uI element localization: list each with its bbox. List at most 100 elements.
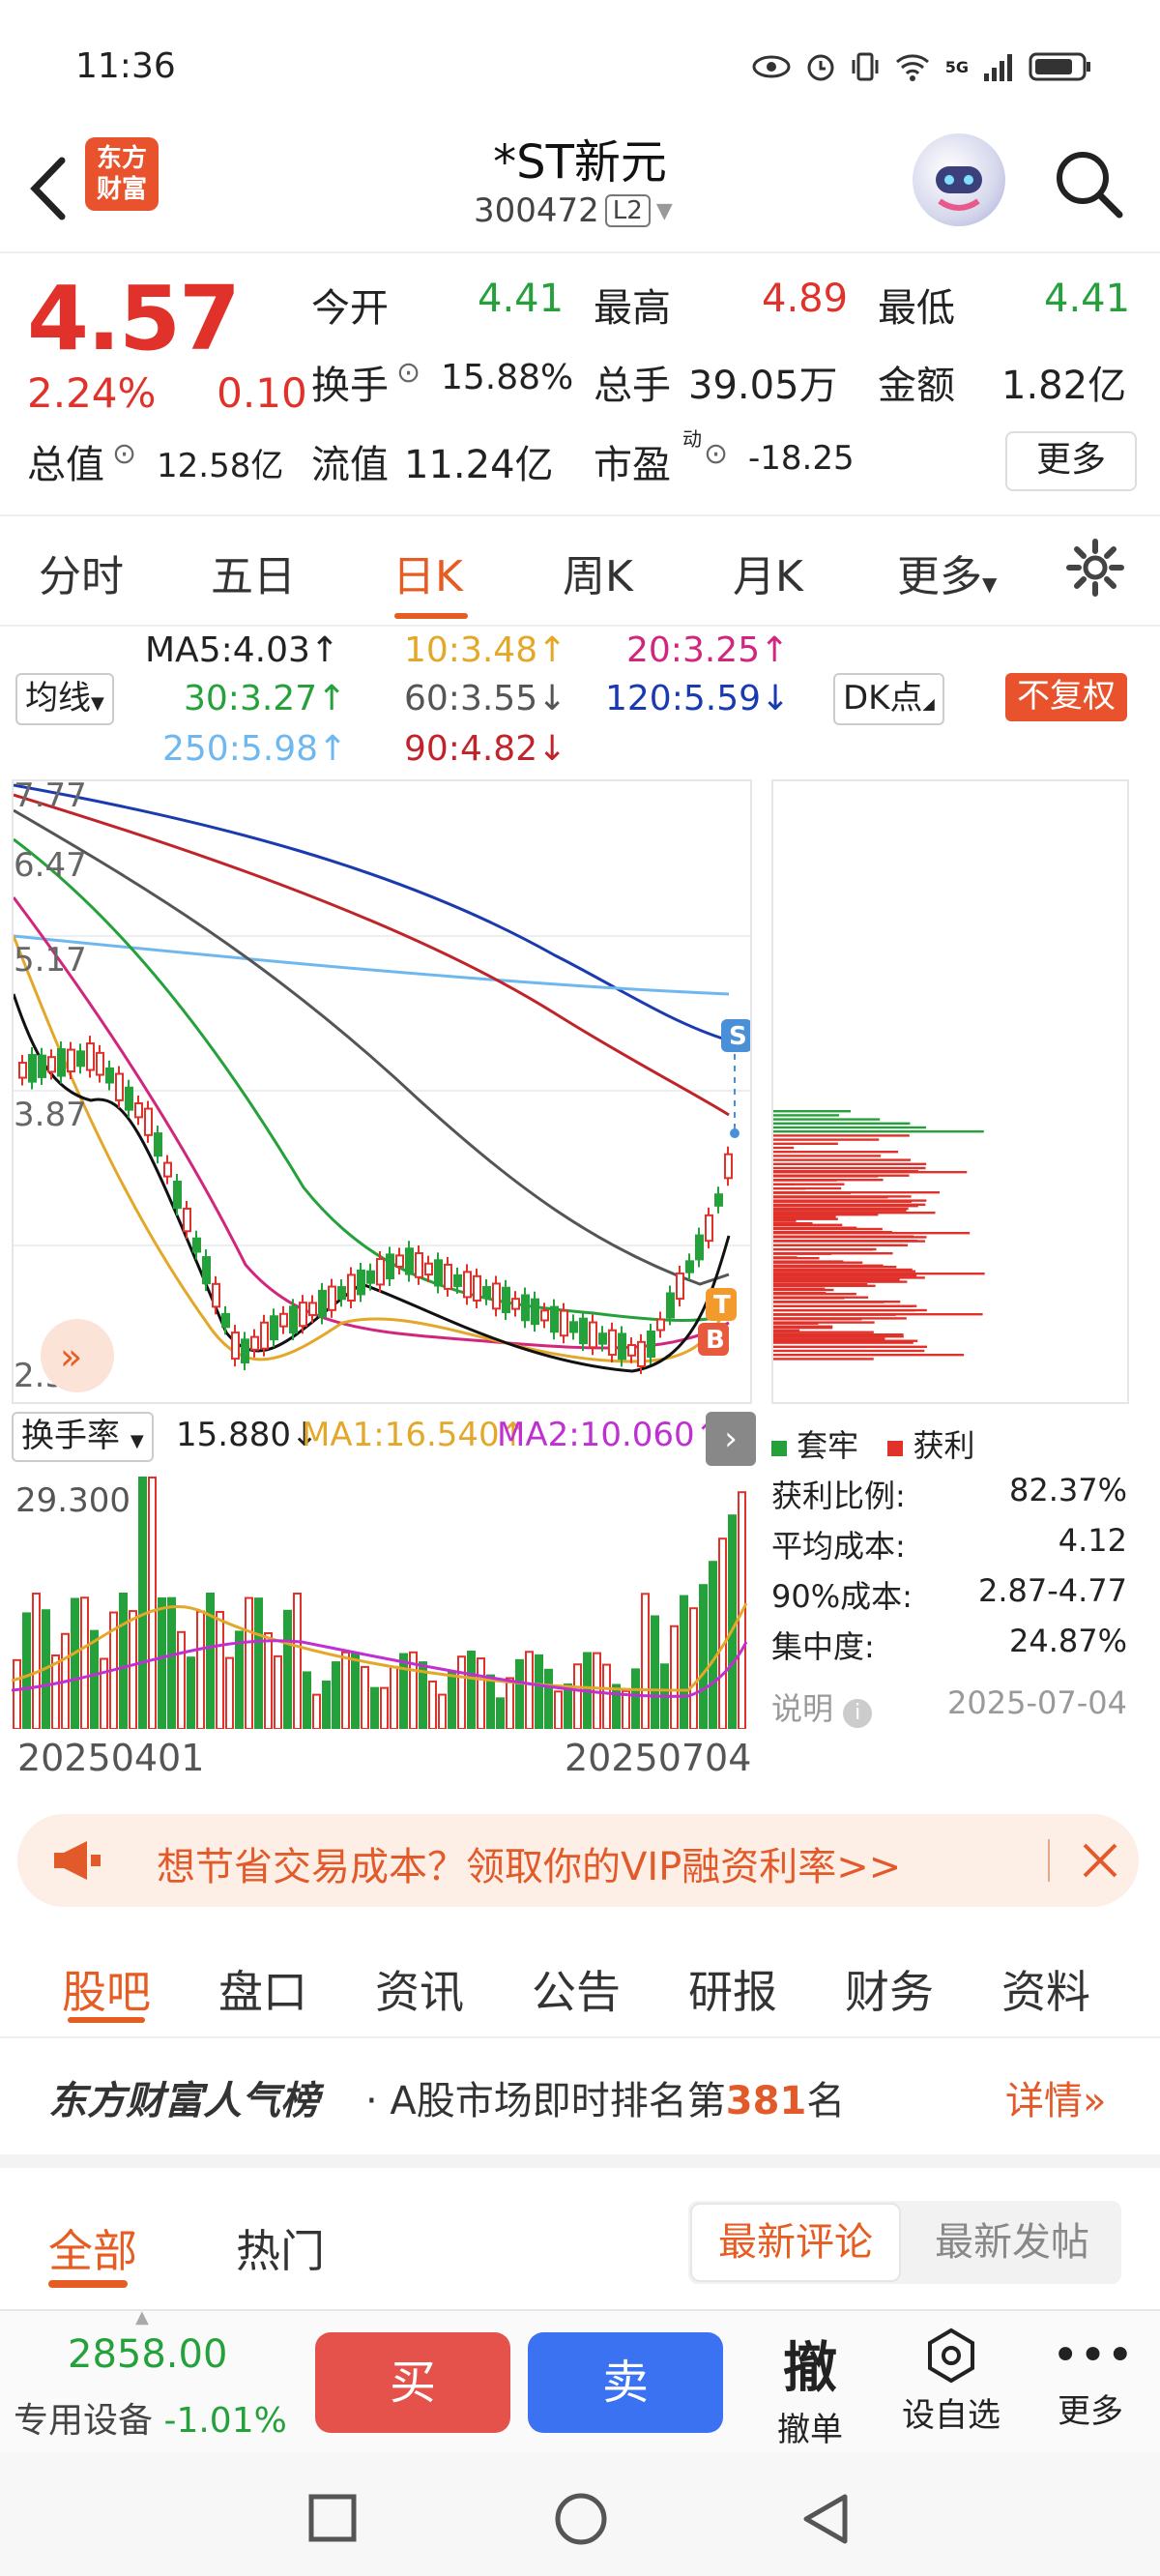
cost-bar bbox=[773, 1200, 913, 1203]
ma-selector[interactable]: 均线▼ bbox=[15, 673, 114, 725]
candle bbox=[550, 1299, 559, 1340]
tab-hot-posts[interactable]: 热门 bbox=[236, 2216, 325, 2280]
cost-bar bbox=[773, 1287, 826, 1290]
cost-bar bbox=[773, 1162, 927, 1165]
tab-forum[interactable]: 股吧 bbox=[62, 1957, 151, 2021]
no-adjust-button[interactable]: 不复权 bbox=[1005, 673, 1127, 721]
cost-row: 获利比例: 82.37% bbox=[771, 1472, 1129, 1522]
volume-bar bbox=[274, 1654, 282, 1730]
cost-bar bbox=[773, 1235, 914, 1238]
high-value: 4.89 bbox=[762, 277, 849, 321]
candle bbox=[250, 1329, 259, 1358]
volume-bar bbox=[699, 1584, 708, 1730]
cost-bar bbox=[773, 1209, 907, 1212]
volume-bar bbox=[361, 1665, 369, 1730]
cost-bar bbox=[773, 1114, 840, 1117]
tab-finance[interactable]: 财务 bbox=[845, 1957, 934, 2021]
candle bbox=[579, 1310, 588, 1352]
info-icon[interactable]: ⊙ bbox=[112, 437, 136, 471]
info-icon[interactable]: ⊙ bbox=[396, 356, 420, 390]
ma30-value: 30:3.27↑ bbox=[184, 679, 347, 718]
active-tab-indicator bbox=[48, 2280, 128, 2288]
popularity-rank[interactable]: 东方财富人气榜 · A股市场即时排名第381名 详情» bbox=[0, 2038, 1160, 2168]
more-actions-button[interactable]: ••• 更多 bbox=[1052, 2327, 1134, 2432]
corner-caret-icon: ◢ bbox=[922, 694, 935, 713]
candle bbox=[405, 1241, 414, 1282]
battery-icon bbox=[1029, 52, 1090, 81]
robot-assistant-avatar[interactable] bbox=[913, 133, 1005, 226]
level2-badge: L2 bbox=[604, 194, 651, 227]
volume-bar bbox=[22, 1612, 31, 1730]
indicator-selector[interactable]: 换手率 ▼ bbox=[12, 1412, 154, 1462]
cost-bar bbox=[773, 1155, 882, 1157]
info-icon[interactable]: ⊙ bbox=[704, 437, 728, 471]
candle bbox=[444, 1256, 452, 1297]
volume-bar bbox=[554, 1690, 563, 1730]
tab-news[interactable]: 资讯 bbox=[375, 1957, 464, 2021]
chevron-right-icon[interactable]: › bbox=[706, 1412, 756, 1466]
tab-week-k[interactable]: 周K bbox=[563, 542, 633, 603]
tab-more[interactable]: 更多▼ bbox=[897, 542, 997, 603]
tab-profile[interactable]: 资料 bbox=[1001, 1957, 1090, 2021]
gear-icon[interactable] bbox=[1063, 536, 1127, 600]
tab-announcements[interactable]: 公告 bbox=[532, 1957, 621, 2021]
sort-latest-comment[interactable]: 最新评论 bbox=[690, 2203, 901, 2282]
more-button[interactable]: 更多 bbox=[1005, 431, 1137, 491]
candle bbox=[154, 1126, 162, 1164]
volume-bar bbox=[448, 1671, 456, 1730]
promo-banner[interactable]: 想节省交易成本？领取你的VIP融资利率>> bbox=[17, 1814, 1139, 1907]
candle bbox=[434, 1252, 443, 1294]
tab-month-k[interactable]: 月K bbox=[733, 542, 803, 603]
candle bbox=[627, 1337, 636, 1363]
volume-bar bbox=[457, 1655, 466, 1730]
status-time: 11:36 bbox=[75, 46, 176, 86]
cost-row-value: 2.87-4.77 bbox=[977, 1572, 1127, 1609]
volume-bar bbox=[322, 1680, 331, 1730]
active-tab-indicator bbox=[394, 613, 468, 619]
volume-bar bbox=[225, 1656, 234, 1730]
t-marker-label: T bbox=[713, 1291, 731, 1320]
float-label: 流值 bbox=[311, 443, 389, 487]
add-watchlist-button[interactable]: 设自选 bbox=[895, 2327, 1007, 2436]
cost-bar bbox=[773, 1313, 896, 1316]
ma120-line bbox=[14, 783, 730, 1042]
turnover-volume-chart: 29.300 bbox=[11, 1468, 752, 1731]
candle bbox=[221, 1305, 230, 1335]
buy-button[interactable]: 买 bbox=[315, 2332, 510, 2433]
network-type: 5G bbox=[944, 57, 969, 76]
candle bbox=[569, 1314, 578, 1340]
alarm-icon bbox=[807, 54, 834, 81]
candle bbox=[647, 1323, 655, 1365]
home-icon[interactable] bbox=[553, 2491, 609, 2547]
dk-point-selector[interactable]: DK点◢ bbox=[833, 673, 944, 725]
volume-bar bbox=[390, 1665, 398, 1731]
tab-day-k[interactable]: 日K bbox=[392, 542, 463, 603]
sort-latest-post[interactable]: 最新发帖 bbox=[905, 2203, 1119, 2282]
back-icon[interactable] bbox=[798, 2491, 853, 2547]
kline-chart[interactable]: 7.77 6.47 5.17 3.87 2.57 S T B » bbox=[12, 779, 752, 1404]
tab-minute[interactable]: 分时 bbox=[39, 542, 124, 603]
stock-code[interactable]: 300472 L2 ▼ bbox=[474, 191, 673, 230]
cost-note-row[interactable]: 说明 i 2025-07-04 bbox=[771, 1684, 1129, 1735]
sell-button[interactable]: 卖 bbox=[528, 2332, 723, 2433]
volume-indicator-header: 换手率 ▼ 15.880↓ MA1:16.540↑ MA2:10.060↑ › bbox=[12, 1412, 756, 1466]
up-caret-icon: ▲ bbox=[135, 2307, 149, 2327]
recent-apps-icon[interactable] bbox=[307, 2493, 358, 2543]
candle bbox=[482, 1279, 491, 1305]
cancel-order-button[interactable]: 撤 撤单 bbox=[773, 2325, 847, 2450]
search-icon[interactable] bbox=[1050, 145, 1127, 222]
rank-number: 381 bbox=[725, 2079, 807, 2123]
sector-index-value[interactable]: 2858.00 bbox=[68, 2332, 227, 2377]
tab-five-day[interactable]: 五日 bbox=[211, 542, 296, 603]
tab-all-posts[interactable]: 全部 bbox=[48, 2216, 137, 2280]
rank-detail-link[interactable]: 详情» bbox=[1005, 2069, 1106, 2125]
tab-research[interactable]: 研报 bbox=[688, 1957, 777, 2021]
close-icon[interactable] bbox=[1081, 1841, 1119, 1880]
volume-bar bbox=[303, 1671, 311, 1730]
candle bbox=[676, 1265, 684, 1307]
info-icon: i bbox=[843, 1699, 873, 1728]
volume-bar bbox=[196, 1610, 205, 1730]
tab-orderbook[interactable]: 盘口 bbox=[218, 1957, 307, 2021]
cost-bar bbox=[773, 1146, 795, 1150]
cost-bar bbox=[773, 1322, 819, 1325]
